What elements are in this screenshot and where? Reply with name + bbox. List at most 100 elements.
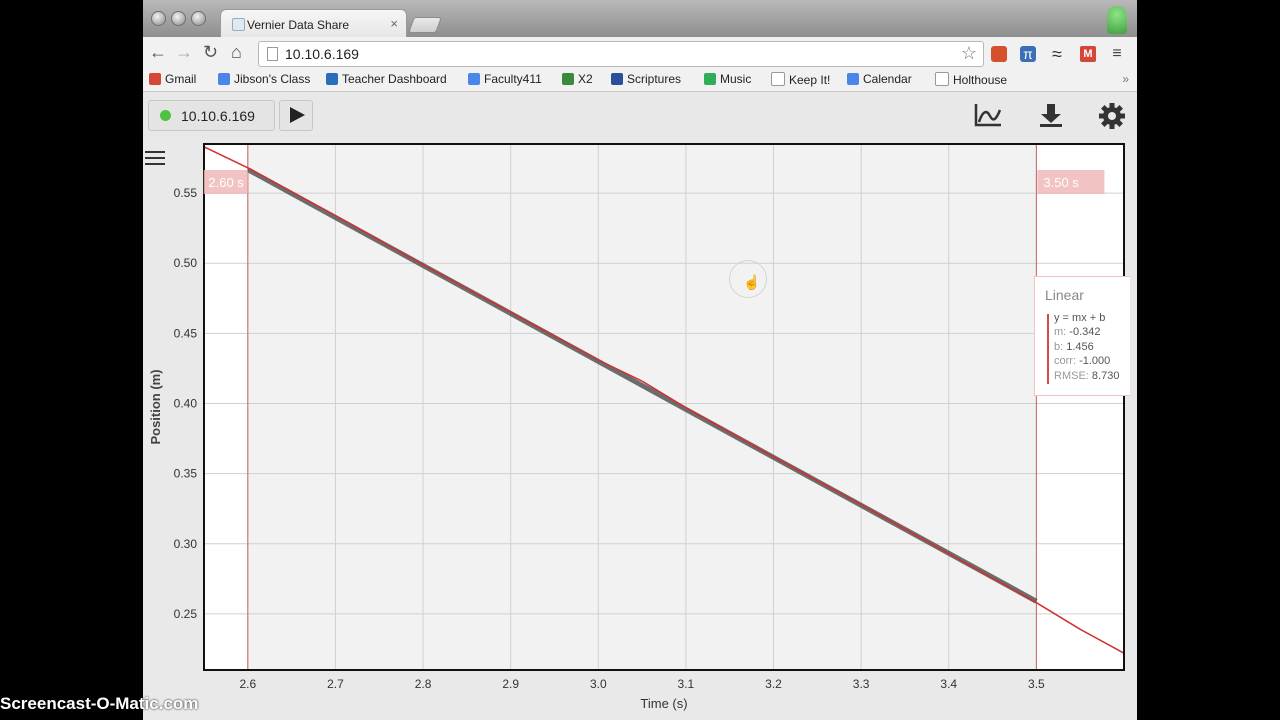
y-tick-label: 0.50	[174, 256, 198, 270]
bookmark-star-icon[interactable]: ☆	[961, 43, 977, 64]
calendar-icon	[847, 73, 859, 85]
page-icon	[267, 47, 278, 61]
position-time-graph[interactable]: 2.6 2.7 2.8 2.9 3.0 3.1 3.2 3.3 3.4 3.5 0.25 0.30 0.…	[143, 139, 1137, 720]
y-tick-label: 0.25	[174, 607, 198, 621]
fit-rmse: RMSE: 8.730	[1054, 370, 1120, 382]
url-text[interactable]: 10.10.6.169	[285, 46, 359, 62]
y-axis-label: Position (m)	[148, 369, 163, 444]
fit-equation: y = mx + b	[1054, 312, 1106, 324]
x-axis-label: Time (s)	[640, 696, 687, 711]
x-tick-label: 3.1	[678, 677, 695, 691]
address-bar[interactable]: 10.10.6.169 ☆	[258, 41, 984, 67]
settings-gear-icon[interactable]	[1098, 102, 1126, 130]
fit-intercept: b: 1.456	[1054, 341, 1094, 353]
y-tick-label: 0.55	[174, 186, 198, 200]
bookmark-label: Keep It!	[789, 73, 831, 87]
profile-avatar-icon[interactable]	[1107, 6, 1127, 34]
fit-color-bar	[1047, 314, 1049, 384]
bookmark-gmail[interactable]: Gmail	[149, 72, 196, 86]
connection-button[interactable]: 10.10.6.169	[148, 100, 275, 131]
forward-icon[interactable]: →	[175, 42, 193, 62]
bookmark-faculty411[interactable]: Faculty411	[468, 72, 542, 86]
app-toolbar: 10.10.6.169	[143, 92, 1137, 139]
tab-close-icon[interactable]: ×	[390, 16, 398, 31]
back-icon[interactable]: ←	[149, 42, 167, 62]
bookmark-teacher-dashboard[interactable]: Teacher Dashboard	[326, 72, 447, 86]
browser-toolbar: ← → ↻ ⌂ 10.10.6.169 ☆ π ≈ M ≡	[143, 37, 1137, 69]
browser-window: Vernier Data Share × ← → ↻ ⌂ 10.10.6.169…	[143, 0, 1137, 720]
bookmark-keep-it[interactable]: Keep It!	[771, 72, 830, 87]
home-icon[interactable]: ⌂	[231, 42, 242, 62]
fit-correlation: corr: -1.000	[1054, 355, 1111, 367]
x-tick-label: 3.0	[590, 677, 607, 691]
bookmark-label: Music	[720, 72, 752, 86]
title-bar: Vernier Data Share ×	[143, 0, 1137, 38]
y-tick-label: 0.35	[174, 467, 198, 481]
calendar-icon	[218, 73, 230, 85]
bookmark-label: Faculty411	[484, 72, 542, 86]
calendar-icon	[468, 73, 480, 85]
x-tick-label: 2.6	[239, 677, 256, 691]
fit-slope: m: -0.342	[1054, 326, 1101, 338]
new-tab-button[interactable]	[408, 17, 442, 33]
dashboard-icon	[326, 73, 338, 85]
gmail-extension-icon[interactable]: M	[1080, 46, 1096, 62]
bookmark-x2[interactable]: X2	[562, 72, 593, 86]
y-tick-label: 0.30	[174, 537, 198, 551]
minimize-window-button[interactable]	[171, 11, 186, 26]
y-tick-label: 0.45	[174, 326, 198, 340]
y-tick-label: 0.40	[174, 396, 198, 410]
bookmark-scriptures[interactable]: Scriptures	[611, 72, 681, 86]
x-tick-label: 2.8	[415, 677, 432, 691]
bookmark-label: Jibson's Class	[234, 72, 311, 86]
vernier-favicon-icon	[232, 18, 245, 31]
close-window-button[interactable]	[151, 11, 166, 26]
connection-status-icon	[160, 110, 171, 121]
zoom-window-button[interactable]	[191, 11, 206, 26]
bookmark-music[interactable]: Music	[704, 72, 751, 86]
bookmark-label: X2	[578, 72, 593, 86]
bookmark-jibson-s-class[interactable]: Jibson's Class	[218, 72, 310, 86]
graph-panel: 2.6 2.7 2.8 2.9 3.0 3.1 3.2 3.3 3.4 3.5 0.25 0.30 0.…	[143, 139, 1137, 720]
bookmark-calendar[interactable]: Calendar	[847, 72, 912, 86]
x-tick-label: 2.7	[327, 677, 344, 691]
bookmark-label: Gmail	[165, 72, 197, 86]
tab-title: Vernier Data Share	[247, 18, 350, 32]
bookmark-label: Scriptures	[627, 72, 682, 86]
leaf-icon	[562, 73, 574, 85]
play-icon	[290, 107, 305, 123]
fit-title: Linear	[1045, 287, 1084, 303]
bookmark-label: Teacher Dashboard	[342, 72, 447, 86]
chrome-menu-icon[interactable]: ≡	[1109, 46, 1125, 62]
bookmark-label: Calendar	[863, 72, 912, 86]
reload-icon[interactable]: ↻	[203, 42, 218, 62]
bookmarks-overflow-icon[interactable]: »	[1122, 72, 1129, 86]
approx-extension-icon[interactable]: ≈	[1049, 45, 1065, 63]
bookmark-holthouse[interactable]: Holthouse	[935, 72, 1007, 87]
x-tick-label: 3.4	[940, 677, 957, 691]
graph-icon[interactable]	[973, 102, 1003, 128]
play-store-icon	[704, 73, 716, 85]
collect-button[interactable]	[279, 100, 313, 131]
bookmarks-bar: » Gmail Jibson's Class Teacher Dashboard Fa…	[143, 69, 1137, 92]
selection-end-label: 3.50 s	[1043, 175, 1079, 190]
selection-region	[247, 144, 1037, 670]
page-icon	[771, 72, 785, 86]
linear-fit-panel[interactable]: Linear y = mx + b m: -0.342 b: 1.456 cor…	[1034, 276, 1130, 396]
scriptures-icon	[611, 73, 623, 85]
selection-start-label: 2.60 s	[208, 175, 244, 190]
extension-red-icon[interactable]	[991, 46, 1007, 62]
hand-cursor-icon: ☝	[743, 274, 761, 290]
connection-ip: 10.10.6.169	[181, 108, 255, 124]
x-tick-label: 3.5	[1028, 677, 1045, 691]
download-icon[interactable]	[1038, 102, 1064, 128]
x-tick-label: 3.3	[853, 677, 870, 691]
pi-extension-icon[interactable]: π	[1020, 46, 1036, 62]
gmail-icon	[149, 73, 161, 85]
x-tick-label: 3.2	[765, 677, 782, 691]
bookmark-label: Holthouse	[953, 73, 1008, 87]
x-tick-label: 2.9	[502, 677, 519, 691]
page-icon	[935, 72, 949, 86]
browser-tab[interactable]: Vernier Data Share ×	[220, 9, 407, 38]
watermark-text: Screencast-O-Matic.com	[0, 694, 199, 713]
